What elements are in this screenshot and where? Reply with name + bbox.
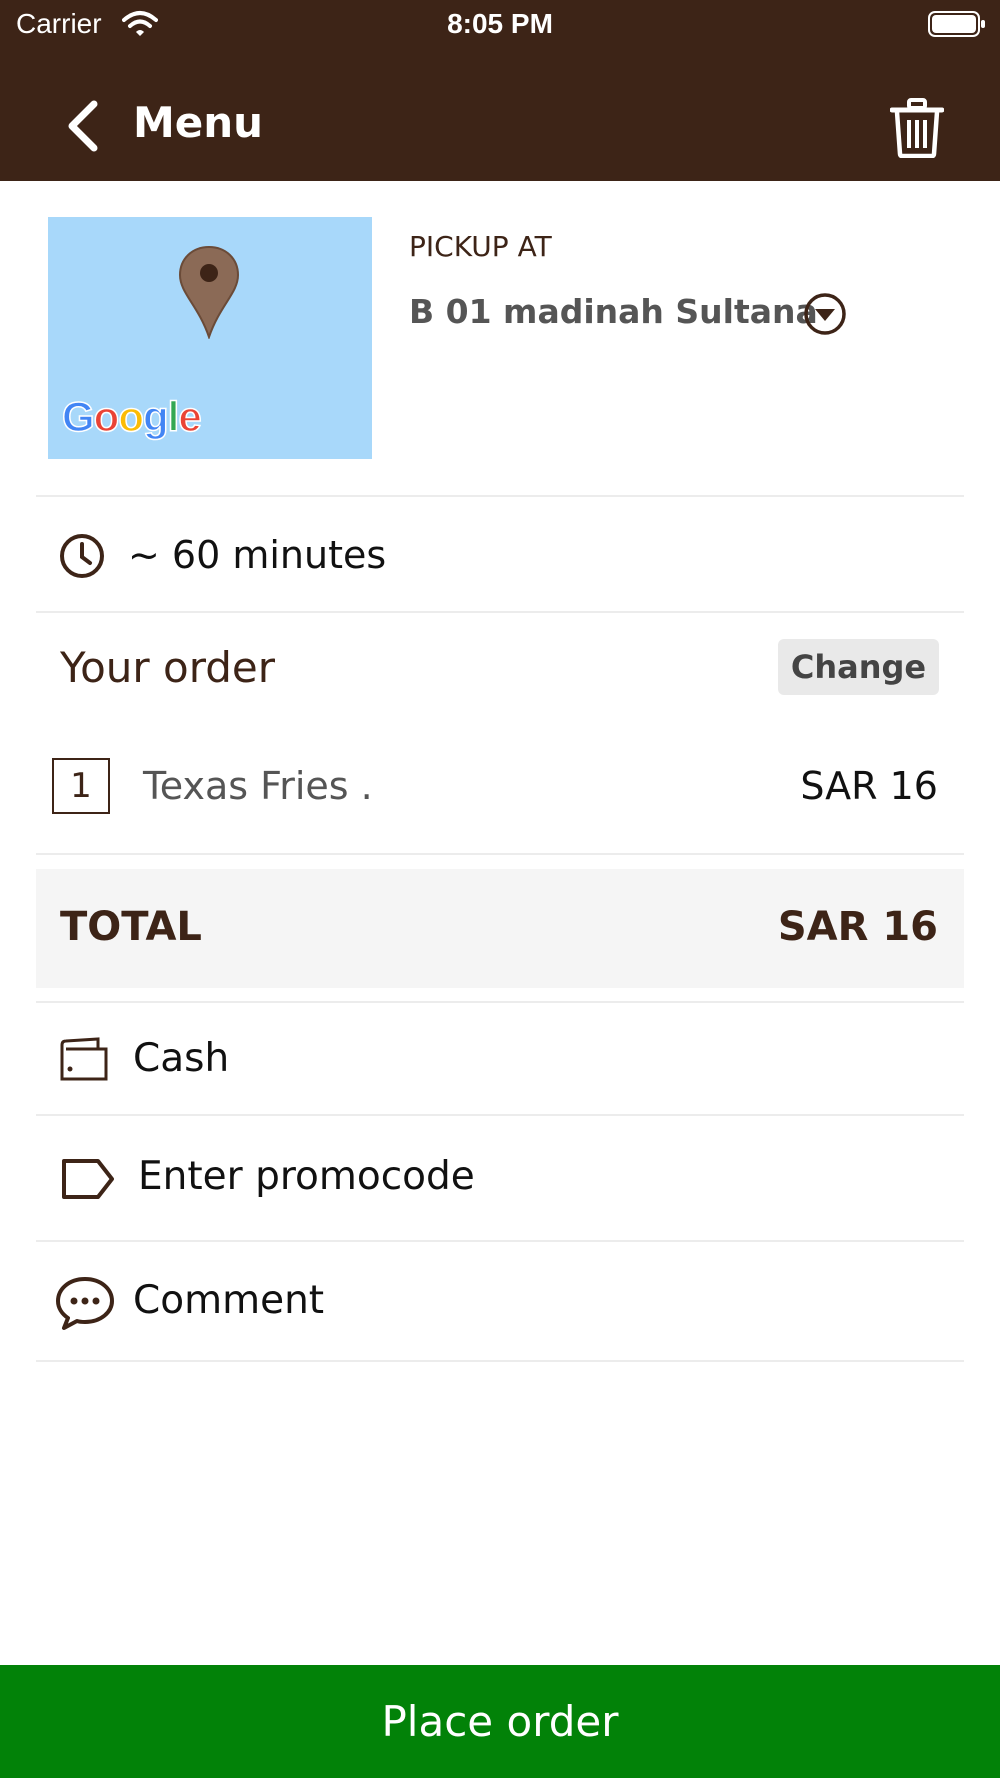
map-pin-icon — [178, 245, 240, 339]
divider — [36, 853, 964, 855]
divider — [36, 611, 964, 613]
divider — [36, 1240, 964, 1242]
tag-icon — [62, 1159, 114, 1199]
divider — [36, 1114, 964, 1116]
back-chevron-icon[interactable] — [60, 96, 106, 156]
promocode-field[interactable]: Enter promocode — [138, 1154, 475, 1199]
wallet-icon — [60, 1037, 108, 1081]
top-bar: Carrier 8:05 PM Menu — [0, 0, 1000, 181]
divider — [36, 1001, 964, 1003]
pickup-label: PICKUP AT — [409, 230, 552, 263]
comment-bubble-icon — [56, 1277, 114, 1330]
comment-field[interactable]: Comment — [133, 1278, 324, 1323]
payment-method[interactable]: Cash — [133, 1036, 229, 1081]
battery-icon — [928, 11, 985, 37]
divider — [36, 495, 964, 497]
item-price: SAR 16 — [800, 764, 938, 808]
total-label: TOTAL — [60, 904, 202, 950]
clock-icon — [60, 534, 104, 578]
trash-icon[interactable] — [890, 98, 944, 158]
item-quantity: 1 — [52, 758, 110, 814]
map-logo: Google — [61, 392, 202, 441]
map-preview[interactable]: Google — [48, 217, 372, 459]
item-name: Texas Fries . — [143, 764, 373, 808]
eta-text: ~ 60 minutes — [128, 533, 387, 577]
pickup-address[interactable]: B 01 madinah Sultana — [409, 292, 818, 331]
status-time: 8:05 PM — [447, 8, 553, 39]
your-order-heading: Your order — [60, 643, 276, 692]
change-order-button[interactable]: Change — [778, 639, 939, 695]
total-value: SAR 16 — [777, 904, 938, 950]
nav-title[interactable]: Menu — [133, 98, 263, 147]
divider — [36, 1360, 964, 1362]
dropdown-circle-icon[interactable] — [803, 292, 847, 336]
place-order-button[interactable]: Place order — [0, 1665, 1000, 1778]
